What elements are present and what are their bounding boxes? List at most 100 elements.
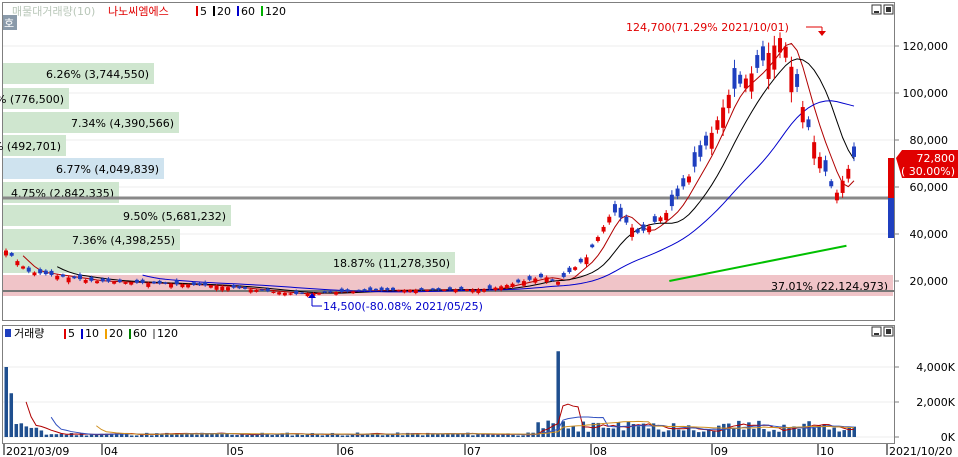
volume-bar [676, 429, 681, 437]
volume-profile-label: 7.34% (4,390,566) [71, 117, 174, 130]
candle-body [800, 107, 805, 123]
candle-body [66, 277, 71, 283]
candle-body [208, 285, 213, 288]
volume-bar [285, 432, 289, 437]
candle-body [749, 73, 754, 92]
candle-body [567, 267, 572, 273]
candle-body [561, 273, 566, 277]
candle-body [783, 46, 788, 58]
candle-body [675, 188, 680, 197]
candle-body [795, 74, 800, 87]
candle-body [220, 286, 225, 291]
candle-body [277, 292, 282, 295]
candle-body [686, 176, 691, 183]
candle-body [812, 142, 817, 159]
volume-bar [701, 431, 706, 437]
date-tick-label: 2021/10/20 [889, 445, 952, 457]
candle-body [356, 289, 361, 292]
volume-bar [24, 426, 29, 437]
candle-body [134, 279, 139, 283]
candle-body [510, 283, 515, 288]
candle-body [817, 156, 822, 169]
date-tick-label: 07 [467, 445, 481, 457]
candle-body [618, 207, 623, 218]
candle-body [823, 160, 828, 172]
candle-body [544, 277, 549, 283]
volume-bar [19, 423, 24, 437]
candle-body [112, 281, 117, 284]
candle-body [72, 276, 77, 279]
volume-profile-label: 9.50% (5,681,232) [123, 210, 226, 223]
volume-legend-swatch [105, 329, 107, 339]
price-header: 매물대거래량(10) 나노씨엠에스 5 20 60 120 [12, 5, 286, 18]
candle-body [647, 226, 652, 233]
candle-body [772, 45, 777, 70]
candle-body [755, 55, 760, 68]
volume-legend-label: 60 [133, 327, 147, 340]
volume-bar [245, 434, 249, 437]
candle-body [214, 286, 219, 290]
volume-legend-swatch [64, 329, 66, 339]
candle-body [385, 288, 390, 291]
volume-bar [852, 426, 856, 437]
volume-bar [265, 434, 269, 437]
candle-body [345, 289, 350, 292]
candle-body [459, 286, 464, 290]
volume-bar [230, 434, 234, 437]
candle-body [186, 284, 191, 288]
volume-bar [134, 435, 139, 437]
candle-body [669, 194, 674, 207]
candle-body [573, 267, 578, 270]
volume-profile-label: 0.82% (492,701) [0, 140, 61, 153]
volume-bar [170, 434, 174, 437]
volume-bar [722, 423, 726, 437]
candle-body [425, 289, 430, 292]
volume-bar [49, 434, 54, 437]
volume-bar [616, 422, 621, 437]
candle-body [180, 284, 185, 288]
volume-bar [300, 435, 305, 437]
volume-profile-label: 18.87% (11,278,350) [333, 257, 450, 270]
candle-body [846, 168, 851, 179]
volume-legend-swatch [153, 329, 155, 339]
volume-bar [832, 427, 836, 437]
volume-bar [656, 429, 661, 437]
low-annotation-label: 14,500(-80.08% 2021/05/25) [323, 300, 483, 313]
ma-legend-swatch [213, 6, 215, 16]
volume-bar [54, 434, 59, 437]
candle-body [339, 288, 344, 292]
candle-body [89, 277, 94, 281]
candle-body [146, 283, 151, 287]
candle-body [248, 289, 253, 293]
candle-body [624, 216, 629, 223]
candle-body [499, 286, 504, 290]
candle-body [715, 120, 720, 130]
volume-bar [661, 431, 666, 437]
candle-body [721, 107, 726, 128]
volume-bar [491, 434, 495, 437]
volume-bar [4, 367, 8, 437]
candle-body [635, 229, 640, 233]
volume-bar [837, 431, 841, 437]
volume-bar [29, 427, 34, 437]
candle-body [83, 279, 88, 283]
current-price-badge: 72,800 ( 30.00%) [896, 150, 958, 178]
candle-body [493, 287, 498, 291]
volume-bar [290, 435, 295, 437]
volume-bar [561, 421, 565, 437]
candle-body [38, 269, 43, 274]
candle-body [334, 292, 339, 295]
candle-body [368, 287, 373, 291]
volume-bar [39, 430, 44, 437]
volume-bar [732, 428, 736, 437]
volume-bar [646, 428, 651, 437]
price-tick-label: 120,000 [903, 40, 949, 53]
volume-bar [496, 434, 500, 437]
side-tab-label: 호 [4, 17, 14, 30]
candle-body [26, 267, 31, 272]
candle-body [447, 287, 452, 290]
volume-bar [757, 420, 761, 437]
candle-body [760, 46, 765, 61]
candle-body [538, 273, 543, 278]
candle-body [487, 285, 492, 289]
